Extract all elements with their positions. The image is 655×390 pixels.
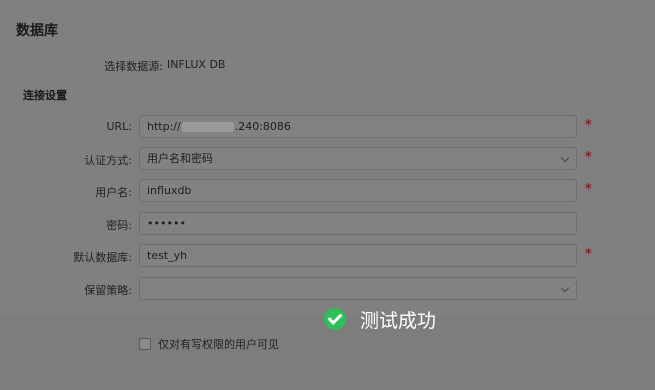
datasource-label: 选择数据源:: [104, 60, 163, 73]
default-db-row: 默认数据库: test_yh *: [0, 244, 655, 268]
section-title: 数据库: [16, 23, 58, 39]
write-only-option: 仅对有写权限的用户可见: [139, 336, 279, 352]
check-circle-icon: [324, 308, 346, 330]
password-input[interactable]: ••••••: [139, 212, 577, 235]
username-input[interactable]: influxdb: [139, 179, 577, 202]
chevron-down-icon: [560, 283, 570, 293]
auth-label: 认证方式:: [84, 154, 132, 167]
url-label: URL:: [106, 120, 132, 133]
default-db-input[interactable]: test_yh: [139, 244, 577, 267]
chevron-down-icon: [560, 153, 570, 163]
required-marker: *: [585, 118, 592, 133]
auth-select[interactable]: 用户名和密码: [139, 147, 577, 170]
url-input[interactable]: http:// .240:8086: [139, 115, 577, 138]
required-marker: *: [585, 247, 592, 262]
url-row: URL: http:// .240:8086 *: [0, 115, 655, 139]
connection-settings-title: 连接设置: [23, 89, 67, 102]
toast-text: 测试成功: [360, 309, 437, 332]
retention-label: 保留策略:: [84, 284, 132, 297]
datasource-value: INFLUX DB: [167, 58, 226, 71]
database-settings-panel: 数据库 选择数据源: INFLUX DB 连接设置 URL: http:// .2…: [0, 0, 655, 316]
username-label: 用户名:: [95, 186, 132, 199]
success-toast: 测试成功: [324, 305, 436, 333]
required-marker: *: [585, 182, 592, 197]
default-db-label: 默认数据库:: [73, 251, 132, 264]
url-suffix: .240:8086: [234, 120, 291, 133]
redacted-host: [181, 122, 234, 132]
retention-select[interactable]: [139, 277, 577, 300]
required-marker: *: [585, 150, 592, 165]
username-row: 用户名: influxdb *: [0, 179, 655, 203]
write-only-label: 仅对有写权限的用户可见: [158, 338, 279, 351]
write-only-checkbox[interactable]: [139, 338, 151, 350]
url-prefix: http://: [147, 120, 181, 133]
retention-row: 保留策略:: [0, 277, 655, 301]
auth-value: 用户名和密码: [147, 152, 213, 165]
password-label: 密码:: [106, 219, 132, 232]
datasource-row: 选择数据源: INFLUX DB: [0, 58, 655, 74]
password-row: 密码: ••••••: [0, 212, 655, 236]
auth-row: 认证方式: 用户名和密码 *: [0, 147, 655, 171]
